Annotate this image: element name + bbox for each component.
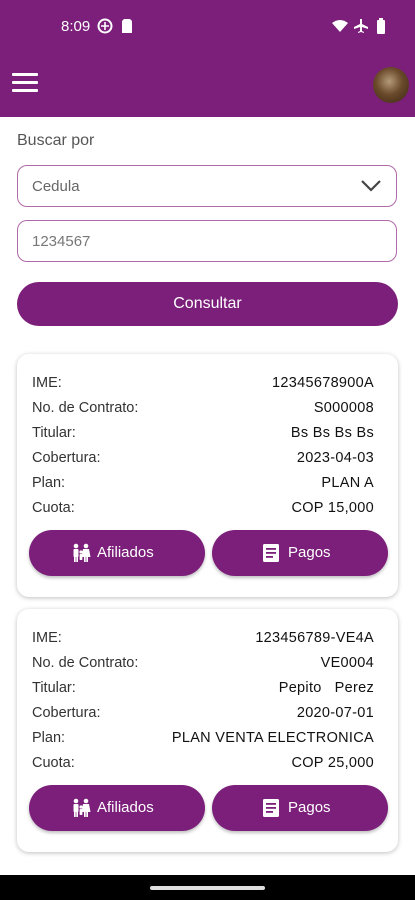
card-row-coverage: Cobertura: 2023-04-03 <box>32 450 374 470</box>
coverage-value: 2023-04-03 <box>296 450 374 466</box>
card-row-holder: Titular: Pepito Perez <box>32 680 374 700</box>
airplane-icon <box>354 19 368 33</box>
document-number-value: 1234567 <box>32 233 91 250</box>
affiliates-button[interactable]: Afiliados <box>29 785 205 831</box>
fee-value: COP 15,000 <box>291 500 374 516</box>
payments-button[interactable]: Pagos <box>212 530 388 576</box>
consult-button[interactable]: Consultar <box>17 282 398 326</box>
status-bar: 8:09 <box>0 0 415 56</box>
family-icon <box>73 798 91 817</box>
card-row-contract: No. de Contrato: S000008 <box>32 400 374 420</box>
card-row-plan: Plan: PLAN VENTA ELECTRONICA <box>32 730 374 750</box>
receipt-icon <box>263 544 279 562</box>
ime-value: 123456789-VE4A <box>255 630 374 646</box>
menu-icon[interactable] <box>12 73 38 95</box>
holder-label: Titular: <box>32 680 76 696</box>
plan-value: PLAN A <box>321 475 374 491</box>
coverage-label: Cobertura: <box>32 705 101 721</box>
payments-button-label: Pagos <box>288 544 331 561</box>
contract-value: S000008 <box>313 400 374 416</box>
status-time: 8:09 <box>61 18 91 35</box>
toolbar <box>0 60 415 110</box>
card-row-coverage: Cobertura: 2020-07-01 <box>32 705 374 725</box>
card-row-ime: IME: 123456789-VE4A <box>32 630 374 650</box>
holder-label: Titular: <box>32 425 76 441</box>
card-row-fee: Cuota: COP 25,000 <box>32 755 374 775</box>
chevron-down-icon <box>361 180 381 192</box>
holder-value: Pepito Perez <box>278 680 374 696</box>
document-number-input[interactable]: 1234567 <box>17 220 397 262</box>
app-bar: 8:09 <box>0 0 415 117</box>
ime-value: 12345678900A <box>272 375 374 391</box>
fee-label: Cuota: <box>32 755 75 771</box>
card-row-plan: Plan: PLAN A <box>32 475 374 495</box>
navigation-bar <box>0 875 415 900</box>
card-row-ime: IME: 12345678900A <box>32 375 374 395</box>
contract-card: IME: 123456789-VE4A No. de Contrato: VE000… <box>17 609 398 852</box>
document-type-select[interactable]: Cedula <box>17 165 397 207</box>
coverage-label: Cobertura: <box>32 450 101 466</box>
fee-label: Cuota: <box>32 500 75 516</box>
card-row-fee: Cuota: COP 15,000 <box>32 500 374 520</box>
sync-icon <box>97 18 113 34</box>
receipt-icon <box>263 799 279 817</box>
contract-card: IME: 12345678900A No. de Contrato: S000008… <box>17 354 398 597</box>
ime-label: IME: <box>32 630 62 646</box>
family-icon <box>73 543 91 562</box>
wifi-icon <box>332 20 348 32</box>
card-row-contract: No. de Contrato: VE0004 <box>32 655 374 675</box>
document-type-value: Cedula <box>32 178 80 195</box>
payments-button[interactable]: Pagos <box>212 785 388 831</box>
affiliates-button[interactable]: Afiliados <box>29 530 205 576</box>
ime-label: IME: <box>32 375 62 391</box>
coverage-value: 2020-07-01 <box>296 705 374 721</box>
affiliates-button-label: Afiliados <box>97 799 154 816</box>
affiliates-button-label: Afiliados <box>97 544 154 561</box>
contract-value: VE0004 <box>320 655 374 671</box>
home-gesture-handle[interactable] <box>150 886 265 890</box>
plan-label: Plan: <box>32 475 66 491</box>
payments-button-label: Pagos <box>288 799 331 816</box>
contract-label: No. de Contrato: <box>32 400 139 416</box>
holder-value: Bs Bs Bs Bs <box>290 425 374 441</box>
plan-label: Plan: <box>32 730 66 746</box>
contract-label: No. de Contrato: <box>32 655 139 671</box>
card-row-holder: Titular: Bs Bs Bs Bs <box>32 425 374 445</box>
battery-icon <box>377 18 385 34</box>
fee-value: COP 25,000 <box>291 755 374 771</box>
sim-card-icon <box>122 19 132 33</box>
avatar[interactable] <box>373 67 409 103</box>
search-by-label: Buscar por <box>17 132 95 149</box>
plan-value: PLAN VENTA ELECTRONICA <box>171 730 374 746</box>
